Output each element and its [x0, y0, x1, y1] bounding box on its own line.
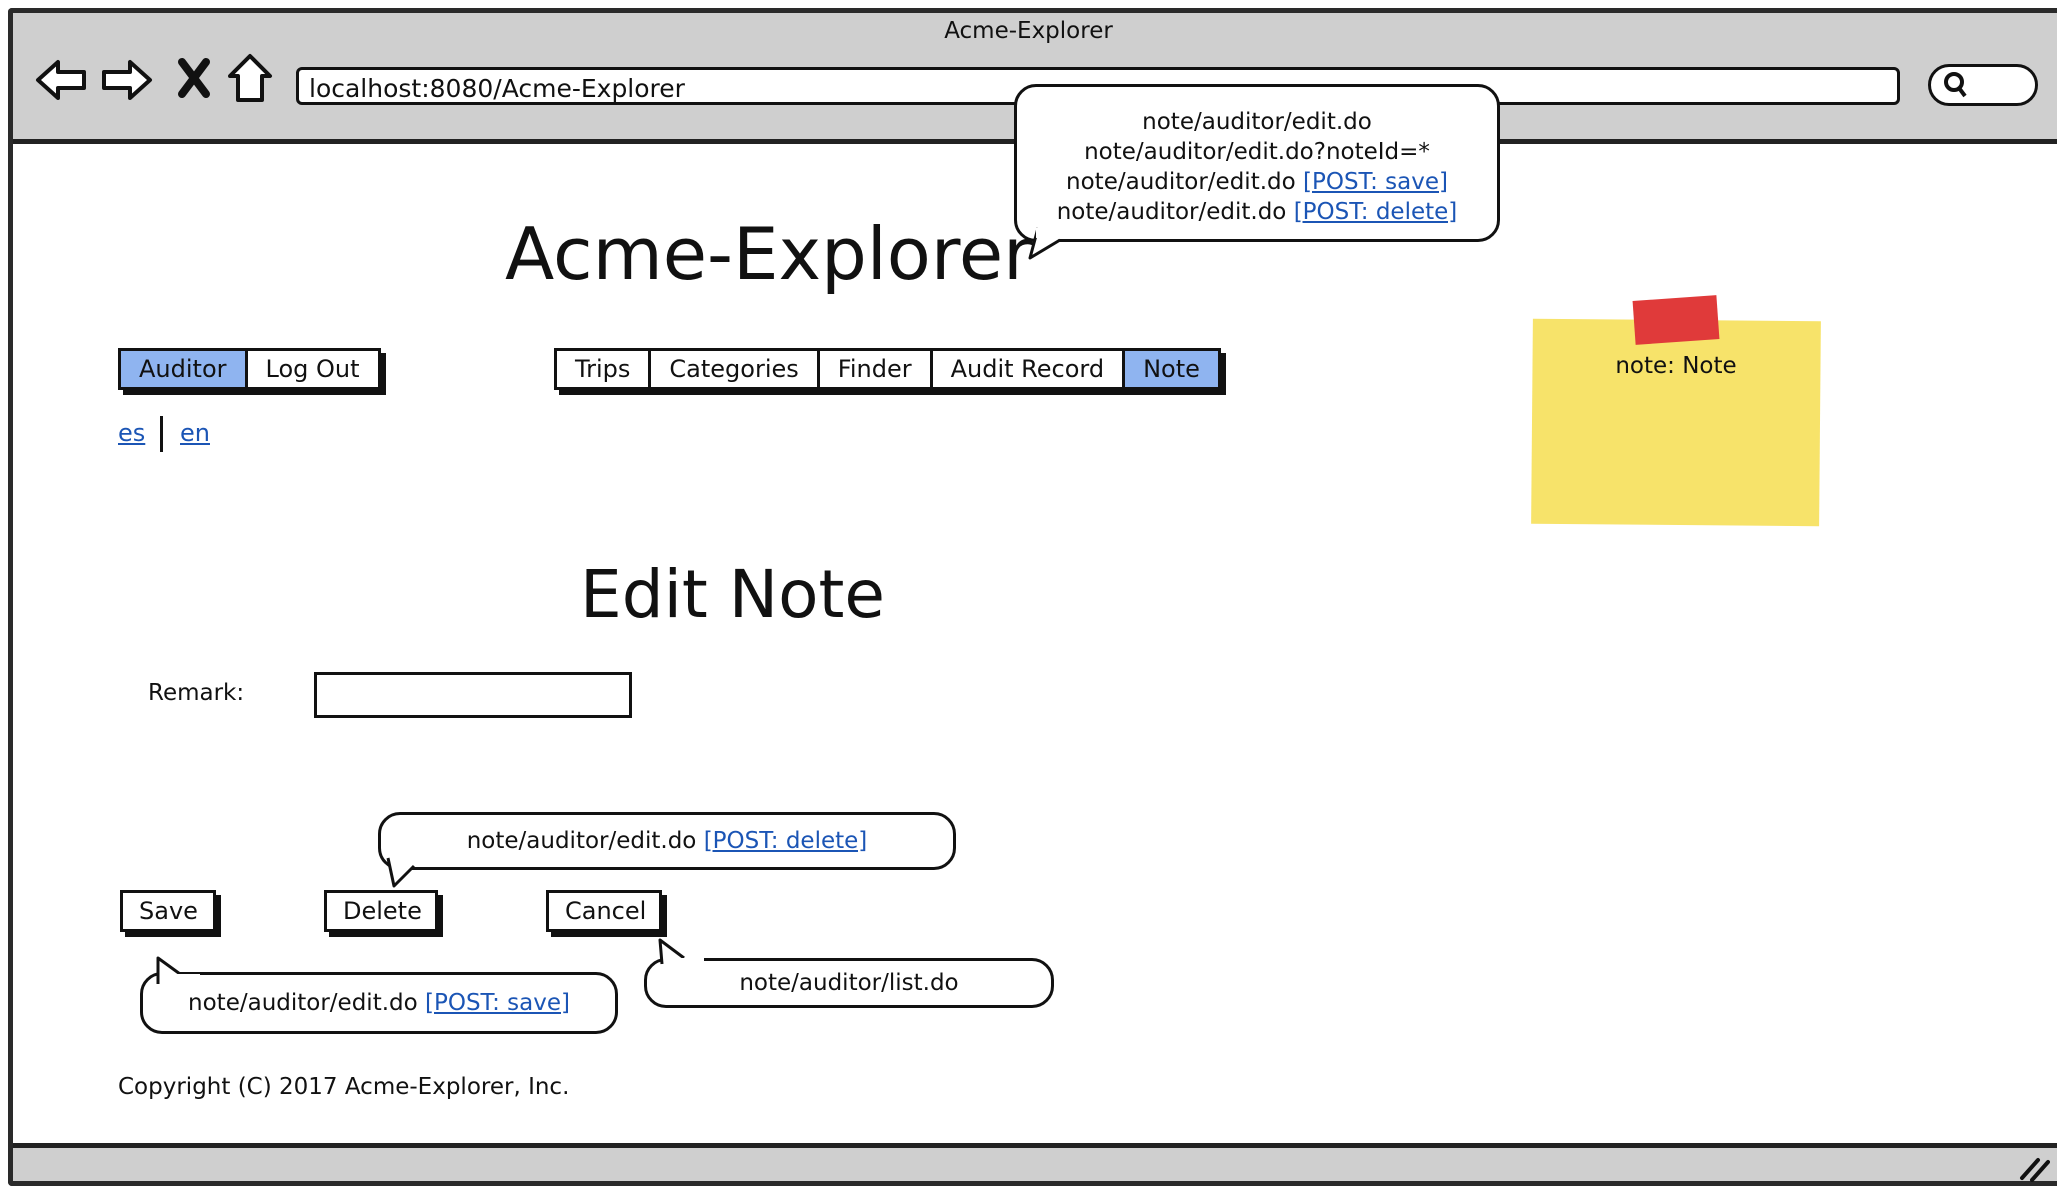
resize-grip-icon[interactable]	[2018, 1154, 2050, 1182]
url-annotation-bubble: note/auditor/edit.do note/auditor/edit.d…	[1014, 84, 1500, 242]
main-menu: Trips Categories Finder Audit Record Not…	[554, 348, 1221, 390]
lang-en-link[interactable]: en	[180, 419, 210, 447]
sticky-note-label: note: Note	[1615, 353, 1737, 379]
post-save-link[interactable]: [POST: save]	[425, 990, 570, 1016]
footer-copyright: Copyright (C) 2017 Acme-Explorer, Inc.	[118, 1074, 570, 1100]
address-url: localhost:8080/Acme-Explorer	[309, 74, 685, 103]
browser-search-field[interactable]	[1928, 64, 2038, 106]
user-menu: Auditor Log Out	[118, 348, 381, 390]
lang-separator	[160, 416, 163, 452]
bubble-tail	[658, 938, 704, 966]
close-icon[interactable]	[176, 56, 212, 108]
forward-arrow-icon[interactable]	[100, 56, 154, 112]
remark-input[interactable]	[314, 672, 632, 718]
delete-button[interactable]: Delete	[324, 890, 438, 932]
save-button[interactable]: Save	[120, 890, 216, 932]
menu-audit-record[interactable]: Audit Record	[933, 351, 1126, 387]
annotation-text: note/auditor/edit.do	[1066, 169, 1304, 195]
post-delete-link[interactable]: [POST: delete]	[704, 828, 868, 854]
menu-trips[interactable]: Trips	[557, 351, 652, 387]
delete-annotation-bubble: note/auditor/edit.do [POST: delete]	[378, 812, 956, 870]
sticky-tape	[1632, 295, 1720, 345]
page-heading: Edit Note	[580, 556, 886, 633]
annotation-line: note/auditor/edit.do	[1142, 109, 1372, 135]
sticky-note	[1531, 318, 1821, 527]
window-title: Acme-Explorer	[944, 18, 1113, 44]
bubble-tail	[386, 856, 416, 888]
post-save-link[interactable]: [POST: save]	[1303, 169, 1448, 195]
save-annotation-bubble: note/auditor/edit.do [POST: save]	[140, 972, 618, 1034]
menu-categories[interactable]: Categories	[651, 351, 820, 387]
back-arrow-icon[interactable]	[34, 56, 88, 112]
menu-note[interactable]: Note	[1125, 351, 1218, 387]
annotation-text: note/auditor/edit.do	[1056, 199, 1294, 225]
lang-es-link[interactable]: es	[118, 419, 145, 447]
cancel-button[interactable]: Cancel	[546, 890, 662, 932]
annotation-text: note/auditor/edit.do	[466, 828, 704, 854]
annotation-line: note/auditor/edit.do?noteId=*	[1084, 139, 1430, 165]
post-delete-link[interactable]: [POST: delete]	[1294, 199, 1458, 225]
home-icon[interactable]	[226, 52, 274, 112]
annotation-text: note/auditor/list.do	[739, 970, 959, 996]
remark-label: Remark:	[148, 680, 245, 706]
app-title: Acme-Explorer	[505, 212, 1033, 296]
menu-finder[interactable]: Finder	[820, 351, 933, 387]
bubble-tail	[156, 956, 200, 984]
menu-auditor[interactable]: Auditor	[121, 351, 248, 387]
search-icon	[1943, 70, 1969, 106]
annotation-text: note/auditor/edit.do	[188, 990, 426, 1016]
menu-logout[interactable]: Log Out	[248, 351, 378, 387]
